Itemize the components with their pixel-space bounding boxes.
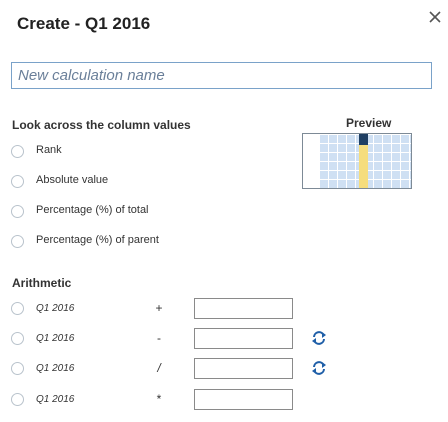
arithmetic-divide-input[interactable]	[194, 358, 293, 379]
plus-operator: +	[155, 301, 163, 315]
percentage-of-parent-label: Percentage (%) of parent	[36, 234, 159, 246]
rank-radio[interactable]	[11, 144, 24, 158]
option-absolute-value[interactable]: Absolute value	[11, 172, 108, 190]
arithmetic-row-add: Q1 2016 +	[11, 298, 331, 320]
absolute-value-radio[interactable]	[11, 174, 24, 188]
minus-operator: -	[157, 331, 161, 345]
dialog-title: Create - Q1 2016	[17, 14, 151, 33]
option-rank[interactable]: Rank	[11, 142, 62, 160]
swap-icon[interactable]	[311, 360, 327, 376]
look-across-title: Look across the column values	[12, 118, 191, 132]
arithmetic-multiply-label: Q1 2016	[36, 394, 75, 405]
arithmetic-divide-radio[interactable]	[11, 362, 24, 375]
arithmetic-divide-label: Q1 2016	[36, 363, 75, 374]
percentage-of-parent-radio[interactable]	[11, 234, 24, 248]
preview-thumbnail	[302, 133, 412, 189]
divide-operator: /	[157, 361, 161, 375]
percentage-of-total-label: Percentage (%) of total	[36, 204, 149, 216]
preview-selected-cell	[359, 134, 368, 145]
arithmetic-title: Arithmetic	[12, 276, 72, 290]
arithmetic-subtract-input[interactable]	[194, 328, 293, 349]
arithmetic-add-label: Q1 2016	[36, 303, 75, 314]
calculation-name-input[interactable]	[11, 62, 432, 89]
arithmetic-row-divide: Q1 2016 /	[11, 358, 331, 380]
arithmetic-multiply-radio[interactable]	[11, 393, 24, 406]
option-percentage-of-parent[interactable]: Percentage (%) of parent	[11, 232, 159, 250]
arithmetic-row-subtract: Q1 2016 -	[11, 328, 331, 350]
arithmetic-subtract-radio[interactable]	[11, 332, 24, 345]
close-icon[interactable]	[428, 10, 442, 24]
absolute-value-label: Absolute value	[36, 174, 109, 186]
preview-title: Preview	[346, 116, 392, 130]
arithmetic-multiply-input[interactable]	[194, 389, 293, 410]
option-percentage-of-total[interactable]: Percentage (%) of total	[11, 202, 149, 220]
arithmetic-add-radio[interactable]	[11, 302, 24, 315]
arithmetic-row-multiply: Q1 2016 *	[11, 389, 331, 411]
arithmetic-add-input[interactable]	[194, 298, 293, 319]
arithmetic-subtract-label: Q1 2016	[36, 333, 75, 344]
multiply-operator: *	[156, 392, 162, 406]
rank-label: Rank	[36, 144, 62, 156]
swap-icon[interactable]	[311, 330, 327, 346]
percentage-of-total-radio[interactable]	[11, 204, 24, 218]
